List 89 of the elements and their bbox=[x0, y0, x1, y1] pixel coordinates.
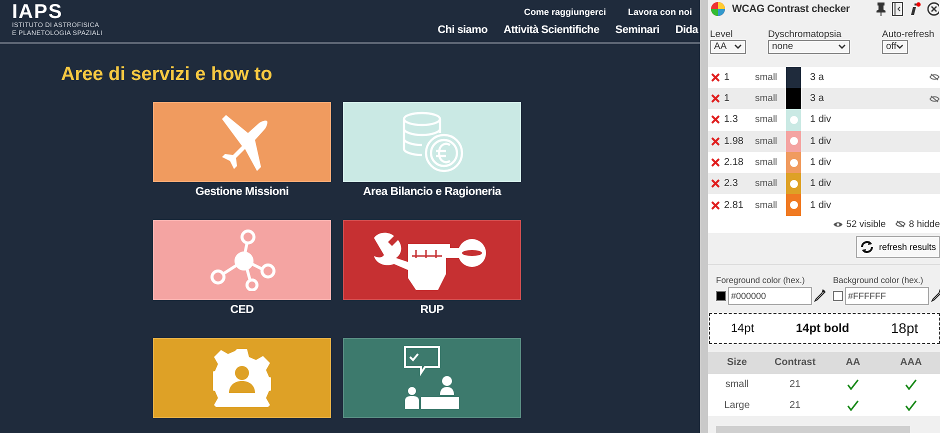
element-count: 1 div bbox=[810, 178, 832, 190]
text-size: small bbox=[755, 72, 778, 83]
column-header: AAA bbox=[899, 357, 923, 368]
nav-link[interactable]: Chi siamo bbox=[438, 24, 488, 36]
eye-slash-icon[interactable] bbox=[929, 73, 940, 82]
result-row[interactable]: 1 small 3 a bbox=[708, 66, 940, 88]
top-link[interactable]: Come raggiungerci bbox=[524, 7, 606, 17]
text-size: small bbox=[755, 200, 778, 211]
refresh-icon bbox=[860, 240, 874, 254]
field-label: Background color (hex.) bbox=[833, 274, 924, 285]
meeting-icon bbox=[403, 345, 461, 411]
column-header: Size bbox=[726, 357, 748, 368]
result-row[interactable]: 1 small 3 a bbox=[708, 88, 940, 110]
nav-link[interactable]: Seminari bbox=[615, 24, 660, 36]
contrast-ratio: 2.3 bbox=[724, 178, 739, 190]
contrast-ratio: 1.98 bbox=[724, 136, 744, 147]
panel-title: WCAG Contrast checker bbox=[732, 3, 850, 16]
eye-icon bbox=[833, 220, 844, 228]
table-cell-text: 21 bbox=[788, 400, 802, 411]
chevron-down-icon bbox=[838, 44, 846, 50]
control-label: Level bbox=[710, 28, 734, 40]
info-icon[interactable] bbox=[908, 2, 921, 16]
eye-slash-icon bbox=[894, 220, 906, 228]
contrast-ratio: 1 bbox=[724, 72, 731, 83]
nav-link[interactable]: Dida bbox=[675, 24, 698, 36]
element-count: 1 div bbox=[810, 157, 832, 168]
hidden-count: 8 hidde bbox=[908, 218, 940, 230]
tile-label[interactable]: Gestione Missioni bbox=[195, 186, 289, 198]
dropdown[interactable]: none bbox=[768, 40, 850, 54]
contrast-ratio: 2.18 bbox=[724, 157, 744, 168]
element-count: 3 a bbox=[810, 72, 824, 83]
table-cell-text: small bbox=[724, 378, 750, 390]
eye-slash-icon[interactable] bbox=[929, 94, 940, 103]
tile-label[interactable]: CED bbox=[230, 304, 254, 316]
result-row[interactable]: 1.98 small 1 div bbox=[708, 130, 940, 152]
scrollbar[interactable] bbox=[716, 426, 910, 433]
nav-link[interactable]: Attività Scientifiche bbox=[504, 24, 600, 36]
color-wheel-icon bbox=[710, 1, 726, 18]
pin-icon[interactable] bbox=[876, 2, 886, 16]
contrast-ratio: 1.3 bbox=[724, 114, 739, 126]
preview-text: 14pt bold bbox=[796, 321, 850, 336]
color-chip[interactable] bbox=[833, 290, 843, 301]
preview-text: 18pt bbox=[890, 320, 918, 336]
service-tile[interactable] bbox=[343, 220, 521, 300]
text-size: small bbox=[755, 157, 778, 168]
contrast-ratio: 1 bbox=[724, 93, 731, 104]
color-chip[interactable] bbox=[716, 290, 726, 301]
text-size: small bbox=[755, 114, 778, 126]
tile-label[interactable]: Area Bilancio e Ragioneria bbox=[363, 186, 501, 198]
service-tile[interactable] bbox=[343, 102, 521, 182]
site-logo[interactable]: IAPS bbox=[12, 2, 102, 22]
element-count: 1 div bbox=[810, 114, 832, 126]
tile-label[interactable]: RUP bbox=[420, 304, 444, 316]
dock-icon[interactable] bbox=[892, 2, 903, 16]
column-header: AA bbox=[844, 357, 862, 368]
field-label: Foreground color (hex.) bbox=[716, 274, 806, 285]
column-header: Contrast bbox=[773, 357, 817, 368]
refresh-button[interactable]: refresh results bbox=[856, 236, 940, 258]
control-label: Auto-refresh bbox=[882, 28, 934, 40]
service-tile[interactable] bbox=[153, 220, 331, 300]
hex-input[interactable]: #FFFFFF bbox=[845, 286, 929, 305]
result-row[interactable]: 2.3 small 1 div bbox=[708, 173, 940, 194]
element-count: 1 div bbox=[810, 200, 832, 211]
dropdown[interactable]: AA bbox=[710, 40, 746, 54]
hex-input[interactable]: #000000 bbox=[728, 286, 812, 305]
contrast-ratio: 2.81 bbox=[724, 200, 744, 211]
table-cell-text: 21 bbox=[788, 378, 802, 390]
element-count: 3 a bbox=[810, 93, 824, 104]
service-tile[interactable] bbox=[343, 338, 521, 418]
element-count: 1 div bbox=[810, 136, 832, 147]
service-tile[interactable] bbox=[153, 338, 331, 418]
gear-person-icon bbox=[213, 349, 271, 407]
eyedropper-icon[interactable] bbox=[931, 288, 940, 303]
dropdown[interactable]: off bbox=[882, 40, 908, 54]
chevron-down-icon bbox=[896, 44, 904, 50]
service-tile[interactable] bbox=[153, 102, 331, 182]
coins-euro-icon bbox=[400, 111, 464, 173]
preview-text: 14pt bbox=[730, 321, 754, 336]
table-cell-text: Large bbox=[723, 400, 751, 411]
eyedropper-icon[interactable] bbox=[814, 288, 826, 303]
control-label: Dyschromatopsia bbox=[768, 28, 842, 40]
close-icon[interactable] bbox=[926, 2, 939, 16]
visible-count: 52 visible bbox=[846, 218, 886, 230]
section-heading: Aree di servizi e how to bbox=[61, 64, 274, 86]
top-link[interactable]: Lavora con noi bbox=[628, 7, 692, 17]
text-size: small bbox=[755, 136, 778, 147]
chevron-down-icon bbox=[734, 44, 742, 50]
text-size: small bbox=[755, 93, 778, 104]
text-size: small bbox=[755, 178, 778, 190]
